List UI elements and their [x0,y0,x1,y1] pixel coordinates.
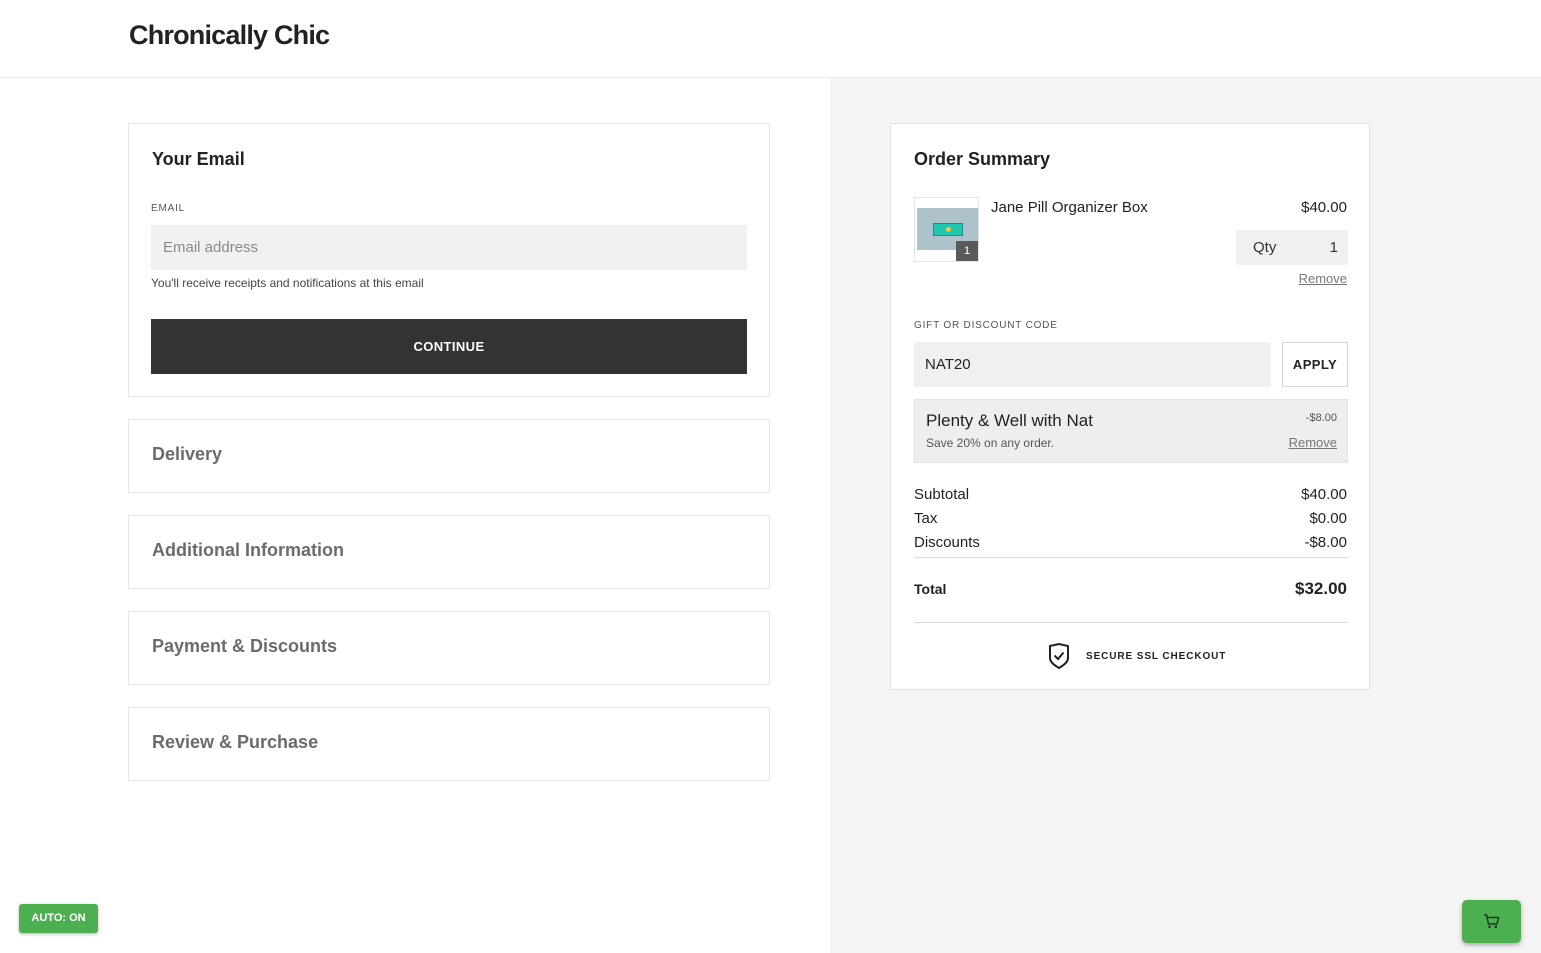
product-name: Jane Pill Organizer Box [991,199,1148,216]
remove-discount-link[interactable]: Remove [1289,435,1337,450]
email-section-title: Your Email [152,149,245,169]
total-value: $32.00 [1295,579,1347,598]
quantity-label: Qty [1253,239,1277,256]
applied-discount-description: Save 20% on any order. [926,436,1055,450]
email-section: Your Email EMAIL You'll receive receipts… [128,123,770,397]
continue-button[interactable]: CONTINUE [151,319,747,374]
applied-discount-name: Plenty & Well with Nat [926,411,1093,430]
brand-logo[interactable]: Chronically Chic [129,20,330,51]
discount-code-label: GIFT OR DISCOUNT CODE [914,320,1058,331]
quantity-badge: 1 [956,241,978,261]
secure-divider [914,622,1348,623]
step-delivery[interactable]: Delivery [128,419,770,493]
email-input[interactable] [151,225,747,270]
email-hint: You'll receive receipts and notification… [151,276,424,290]
secure-checkout-label: SECURE SSL CHECKOUT [1086,651,1227,662]
order-summary-title: Order Summary [914,149,1051,169]
applied-discount-amount: -$8.00 [1305,412,1337,424]
step-title: Additional Information [152,540,344,560]
step-review-purchase[interactable]: Review & Purchase [128,707,770,781]
quantity-value[interactable]: 1 [1330,239,1338,256]
discounts-value: -$8.00 [1304,534,1347,551]
quantity-selector[interactable]: Qty 1 [1236,230,1348,265]
step-title: Review & Purchase [152,732,319,752]
subtotal-value: $40.00 [1301,486,1347,503]
step-title: Delivery [152,444,223,464]
discounts-label: Discounts [914,534,980,551]
totals-divider [914,557,1348,558]
subtotal-label: Subtotal [914,486,970,503]
site-header: Chronically Chic [0,0,1541,78]
total-label: Total [914,581,947,597]
step-title: Payment & Discounts [152,636,338,656]
tax-label: Tax [914,510,938,527]
order-summary: Order Summary 1 Jane Pill Organizer Box … [890,123,1370,690]
auto-toggle-button[interactable]: AUTO: ON [19,904,98,933]
step-additional-information[interactable]: Additional Information [128,515,770,589]
apply-discount-button[interactable]: APPLY [1282,342,1348,387]
cart-button[interactable] [1462,900,1521,943]
product-thumbnail: 1 [914,197,979,262]
applied-discount: Plenty & Well with Nat Save 20% on any o… [914,399,1348,463]
shield-check-icon [1049,643,1069,669]
product-price: $40.00 [1301,199,1347,216]
tax-value: $0.00 [1309,510,1347,527]
step-payment-discounts[interactable]: Payment & Discounts [128,611,770,685]
email-field-label: EMAIL [151,203,186,214]
remove-item-link[interactable]: Remove [1299,271,1347,286]
cart-icon [1484,914,1500,929]
discount-code-input[interactable] [914,342,1271,387]
